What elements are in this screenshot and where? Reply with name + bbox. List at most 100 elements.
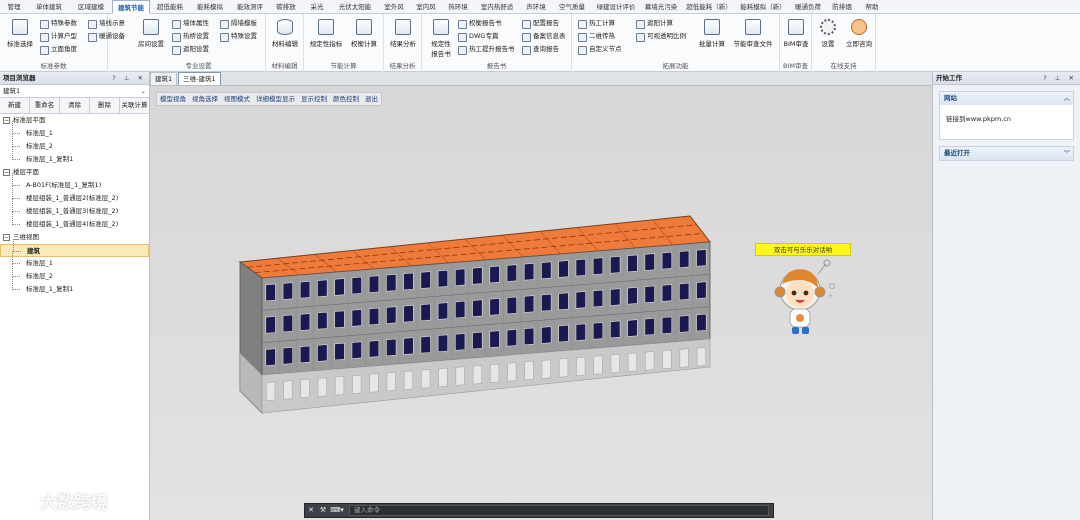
shade-calc-button[interactable]: 遮阳计算	[636, 18, 673, 29]
special-params-button[interactable]: 特殊参数	[40, 18, 77, 29]
partition-wall-button[interactable]: 隔墙模板	[220, 18, 257, 29]
tree-item[interactable]: 标准层_1_复制1	[0, 277, 149, 296]
record-info-button[interactable]: 备案信息表	[522, 31, 566, 42]
clear-button[interactable]: 清除	[60, 98, 90, 113]
panel-control-icons[interactable]: ? ⊥ ✕	[1043, 72, 1077, 85]
model-view-button[interactable]: 模型视角	[157, 93, 189, 105]
collapse-icon[interactable]: −	[3, 117, 10, 124]
settings-button[interactable]: 设置	[814, 17, 842, 57]
menu-tab-5[interactable]: 能耗模拟	[190, 0, 230, 14]
tab-3d-building1[interactable]: 三维-建筑1	[178, 72, 221, 85]
calc-type-button[interactable]: 计算户型	[40, 31, 77, 42]
command-prefix-icon[interactable]: ⌨▾	[329, 504, 345, 517]
panel-control-icons[interactable]: ? ⊥ ✕	[112, 72, 146, 85]
tree-item[interactable]: 楼层组装_1_普通层3(标准层_2)	[0, 199, 149, 218]
compliance-index-button[interactable]: 规定性指标	[307, 17, 345, 57]
menu-tab-0[interactable]: 管理	[0, 0, 28, 14]
tree-item[interactable]: A-B01F(标准层_1_复制1)	[0, 173, 149, 192]
review-file-button[interactable]: 节能审查文件	[728, 17, 778, 57]
tree-item[interactable]: 标准层_1_复制1	[0, 147, 149, 166]
menu-tab-9[interactable]: 光伏太阳能	[332, 0, 378, 14]
tree-item[interactable]: 标准层_1	[0, 251, 149, 270]
chevron-down-icon[interactable]: ︾	[1064, 147, 1071, 160]
command-input[interactable]: 键入命令	[349, 505, 769, 516]
link-calc-button[interactable]: 关联计算	[120, 98, 149, 113]
recent-section-header[interactable]: 最近打开 ︾	[940, 147, 1073, 160]
detail-model-button[interactable]: 详细模型显示	[253, 93, 298, 105]
display-control-button[interactable]: 显示控制	[298, 93, 330, 105]
building-select[interactable]: 建筑1 ⌄	[0, 85, 149, 98]
menu-tab-17[interactable]: 幕墙光污染	[640, 0, 682, 14]
menu-tab-6[interactable]: 能效测评	[230, 0, 270, 14]
hvac-device-button[interactable]: 暖通设备	[88, 31, 125, 42]
tree-item[interactable]: 建筑	[0, 239, 149, 257]
tab-building1[interactable]: 建筑1	[150, 72, 178, 85]
view-mode-button[interactable]: 视图模式	[221, 93, 253, 105]
custom-node-button[interactable]: 自定义节点	[578, 44, 622, 55]
pkpm-link[interactable]: 链接到www.pkpm.cn	[940, 105, 1073, 139]
close-icon[interactable]: ✕	[305, 504, 317, 517]
delete-button[interactable]: 删除	[90, 98, 120, 113]
menu-tab-8[interactable]: 采光	[302, 0, 332, 14]
result-analysis-button[interactable]: 结果分析	[386, 17, 420, 57]
2d-heat-button[interactable]: 二维传热	[578, 31, 615, 42]
menu-tab-11[interactable]: 室内风	[410, 0, 442, 14]
batch-calc-button[interactable]: 批量计算	[696, 17, 728, 57]
tree-item[interactable]: 标准层_2	[0, 134, 149, 153]
website-section-header[interactable]: 网站 ︽	[940, 92, 1073, 105]
room-settings-button[interactable]: 房间设置	[134, 17, 168, 57]
compliance-report-button[interactable]: 规定性 报告书	[424, 17, 458, 58]
exit-button[interactable]: 退出	[362, 93, 381, 105]
tree-item[interactable]: 标准层_1	[0, 121, 149, 140]
visible-ratio-button[interactable]: 可视透明比例	[636, 31, 686, 42]
orientation-button[interactable]: 立面角度	[40, 44, 77, 55]
wrench-icon[interactable]: ⚒	[317, 504, 329, 517]
tree-item[interactable]: 楼层组装_1_普通层2(标准层_2)	[0, 186, 149, 205]
rename-button[interactable]: 重命名	[30, 98, 60, 113]
view-select-button[interactable]: 视角选择	[189, 93, 221, 105]
menu-tab-15[interactable]: 空气质量	[552, 0, 592, 14]
tree-item[interactable]: 楼层组装_1_普通层4(标准层_2)	[0, 212, 149, 231]
thermal-bridge-button[interactable]: 热桥设置	[172, 31, 209, 42]
tree-group-1[interactable]: − 楼层平面	[0, 166, 149, 179]
wall-display-button[interactable]: 墙线示意	[88, 18, 125, 29]
3d-viewport[interactable]: 模型视角 视角选择 视图模式 详细模型显示 显示控制 颜色控制 退出 双击可与乐…	[150, 86, 932, 520]
menu-tab-14[interactable]: 声环境	[520, 0, 552, 14]
menu-tab-12[interactable]: 热环境	[442, 0, 474, 14]
new-button[interactable]: 新建	[0, 98, 30, 113]
menu-tab-10[interactable]: 室外风	[378, 0, 410, 14]
consult-button[interactable]: 立即咨询	[842, 17, 876, 57]
dwg-report-button[interactable]: DWG专篇	[458, 31, 498, 42]
menu-tab-20[interactable]: 暖通负荷	[790, 0, 826, 14]
menu-tab-19[interactable]: 能耗模拟（新）	[736, 0, 790, 14]
color-control-button[interactable]: 颜色控制	[330, 93, 362, 105]
menu-tab-13[interactable]: 室内热舒适	[474, 0, 520, 14]
shading-button[interactable]: 遮阳设置	[172, 44, 209, 55]
menu-tab-4[interactable]: 超低能耗	[150, 0, 190, 14]
standard-select-button[interactable]: 标准选择	[3, 17, 37, 57]
thermal-calc-button[interactable]: 热工计算	[578, 18, 615, 29]
tradeoff-calc-button[interactable]: 权衡计算	[346, 17, 382, 57]
bim-review-button[interactable]: BIM审查	[780, 17, 812, 57]
collapse-icon[interactable]: −	[3, 234, 10, 241]
tree-item[interactable]: 标准层_2	[0, 264, 149, 283]
special-settings-button[interactable]: 特殊设置	[220, 31, 257, 42]
tree-group-2[interactable]: − 三维视图	[0, 231, 149, 244]
thermal-report-button[interactable]: 热工提升报告书	[458, 44, 515, 55]
menu-tab-3[interactable]: 建筑节能	[112, 0, 150, 14]
query-report-button[interactable]: 查询报告	[522, 44, 559, 55]
wall-attr-button[interactable]: 墙体属性	[172, 18, 209, 29]
menu-tab-18[interactable]: 超低能耗（新）	[682, 0, 736, 14]
tradeoff-report-button[interactable]: 权衡报告书	[458, 18, 502, 29]
tree-group-0[interactable]: − 标准层平面	[0, 114, 149, 127]
chevron-up-icon[interactable]: ︽	[1064, 92, 1071, 105]
menu-tab-1[interactable]: 单体建筑	[28, 0, 70, 14]
collapse-icon[interactable]: −	[3, 169, 10, 176]
material-edit-button[interactable]: 材料编辑	[268, 17, 302, 57]
menu-tab-7[interactable]: 碳排放	[270, 0, 302, 14]
menu-tab-2[interactable]: 区域建模	[70, 0, 112, 14]
menu-tab-21[interactable]: 防排烟	[826, 0, 858, 14]
menu-tab-22[interactable]: 帮助	[858, 0, 886, 14]
mascot-assistant-icon[interactable]: +	[762, 258, 842, 348]
menu-tab-16[interactable]: 绿建设计评价	[592, 0, 640, 14]
